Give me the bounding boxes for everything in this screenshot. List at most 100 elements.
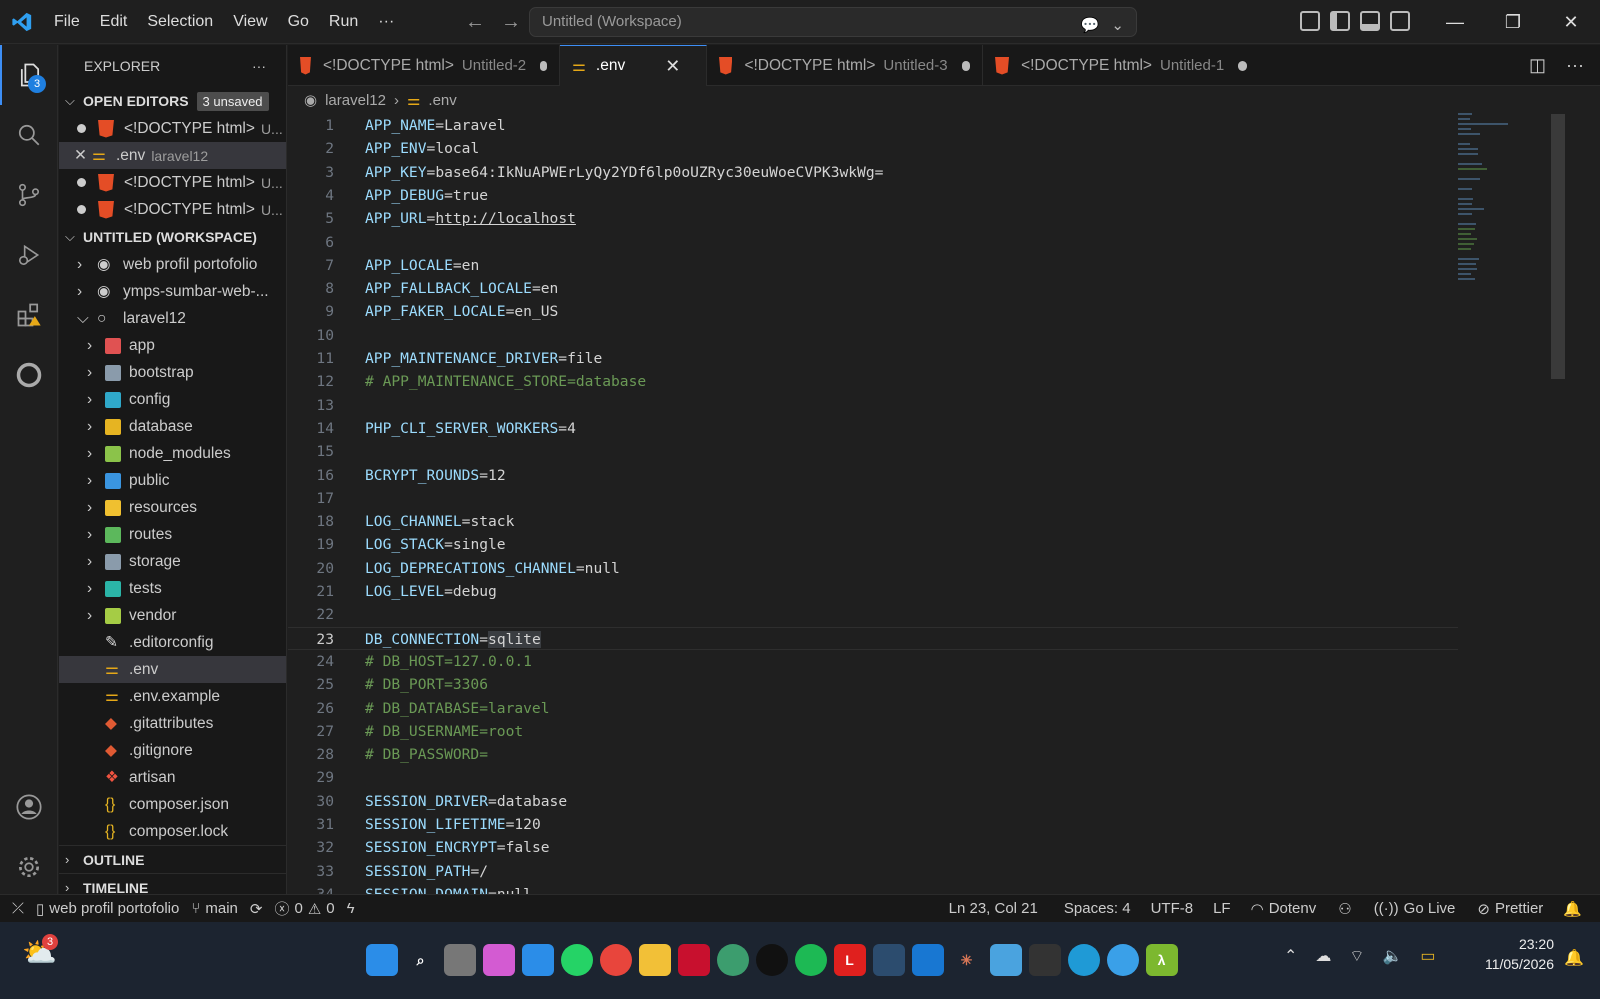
browser-icon[interactable] <box>1106 944 1139 976</box>
code-line[interactable]: 27 # DB_USERNAME=root <box>288 720 1458 743</box>
notifications-status[interactable]: 🔔 <box>1557 900 1588 918</box>
code-line[interactable]: 6 <box>288 231 1458 254</box>
minimize-icon[interactable]: — <box>1426 0 1484 44</box>
workspace-root-item[interactable]: › ◉ ymps-sumbar-web-... <box>59 278 286 305</box>
menu-view[interactable]: View <box>223 0 277 44</box>
edge-icon[interactable] <box>1067 944 1100 976</box>
folder-item[interactable]: › app <box>59 332 286 359</box>
code-line[interactable]: 2 APP_ENV=local <box>288 137 1458 160</box>
code-line[interactable]: 23 DB_CONNECTION=sqlite <box>288 626 1458 650</box>
code-line[interactable]: 26 # DB_DATABASE=laravel <box>288 697 1458 720</box>
folder-item[interactable]: › vendor <box>59 602 286 629</box>
code-line[interactable]: 21 LOG_LEVEL=debug <box>288 580 1458 603</box>
tab-untitled-3[interactable]: <!DOCTYPE html> Untitled-3 <box>707 45 983 86</box>
tab-untitled-2[interactable]: <!DOCTYPE html> Untitled-2 <box>288 45 560 86</box>
breadcrumb-file[interactable]: .env <box>428 92 456 109</box>
code-line[interactable]: 8 APP_FALLBACK_LOCALE=en <box>288 277 1458 300</box>
file-item[interactable]: ⚌ .env.example <box>59 683 286 710</box>
tiktok-icon[interactable] <box>755 944 788 976</box>
menu-edit[interactable]: Edit <box>90 0 138 44</box>
outlook-icon[interactable] <box>911 944 944 976</box>
back-arrow-icon[interactable]: ← <box>465 11 485 34</box>
weather-widget[interactable]: ⛅ 3 <box>22 934 62 976</box>
close-tab-icon[interactable]: ✕ <box>665 56 680 77</box>
file-item[interactable]: ◆ .gitattributes <box>59 710 286 737</box>
branch-status[interactable]: ⑂ main <box>185 900 244 917</box>
open-editor-item[interactable]: ✕ ⚌ .env laravel12 <box>59 142 286 169</box>
file-item[interactable]: ◆ .gitignore <box>59 737 286 764</box>
restore-icon[interactable]: ❐ <box>1484 0 1542 44</box>
open-editors-header[interactable]: ⌵ OPEN EDITORS 3 unsaved <box>59 87 286 115</box>
copilot-icon[interactable] <box>482 944 515 976</box>
code-line[interactable]: 5 APP_URL=http://localhost <box>288 207 1458 230</box>
menu-file[interactable]: File <box>44 0 90 44</box>
code-line[interactable]: 12 # APP_MAINTENANCE_STORE=database <box>288 370 1458 393</box>
copilot-chat-icon[interactable]: 💬 <box>1081 12 1100 40</box>
code-line[interactable]: 11 APP_MAINTENANCE_DRIVER=file <box>288 347 1458 370</box>
split-editor-icon[interactable]: ◫ <box>1529 55 1546 76</box>
folder-item[interactable]: › tests <box>59 575 286 602</box>
folder-item[interactable]: › routes <box>59 521 286 548</box>
toggle-secondary-sidebar-icon[interactable] <box>1390 11 1410 31</box>
vertical-scrollbar[interactable] <box>1551 114 1565 379</box>
code-line[interactable]: 19 LOG_STACK=single <box>288 533 1458 556</box>
lens-icon[interactable]: L <box>833 944 866 976</box>
encoding-status[interactable]: UTF-8 <box>1145 900 1200 917</box>
command-center[interactable]: Untitled (Workspace) 💬 ⌄ <box>529 7 1137 37</box>
onedrive-icon[interactable]: ☁ <box>1315 946 1331 966</box>
code-line[interactable]: 25 # DB_PORT=3306 <box>288 673 1458 696</box>
folder-item[interactable]: › node_modules <box>59 440 286 467</box>
chevron-down-icon[interactable]: ⌄ <box>1111 12 1124 40</box>
edge-devtools-activity[interactable] <box>0 345 58 405</box>
workspace-header[interactable]: ⌵ UNTITLED (WORKSPACE) <box>59 223 286 251</box>
code-line[interactable]: 13 <box>288 394 1458 417</box>
source-control-activity[interactable] <box>0 165 58 225</box>
open-editor-item[interactable]: <!DOCTYPE html> U... <box>59 169 286 196</box>
golive-status[interactable]: ((·)) Go Live <box>1368 900 1462 917</box>
tab-env[interactable]: ⚌ .env ✕ <box>560 45 707 86</box>
folder-item[interactable]: › bootstrap <box>59 359 286 386</box>
indentation-status[interactable]: Spaces: 4 <box>1058 900 1137 917</box>
file-item[interactable]: ⚌ .env <box>59 656 286 683</box>
volume-icon[interactable]: 🔈 <box>1382 946 1402 966</box>
code-line[interactable]: 22 <box>288 603 1458 626</box>
close-icon[interactable]: ✕ <box>74 146 92 165</box>
code-line[interactable]: 3 APP_KEY=base64:IkNuAPWErLyQy2YDf6lp0oUZ… <box>288 161 1458 184</box>
code-line[interactable]: 20 LOG_DEPRECATIONS_CHANNEL=null <box>288 557 1458 580</box>
file-item[interactable]: ❖ artisan <box>59 764 286 791</box>
code-line[interactable]: 28 # DB_PASSWORD= <box>288 743 1458 766</box>
eol-status[interactable]: LF <box>1207 900 1237 917</box>
explorer-activity[interactable]: 3 <box>0 45 58 105</box>
file-item[interactable]: {} composer.json <box>59 791 286 818</box>
open-editor-item[interactable]: <!DOCTYPE html> U... <box>59 196 286 223</box>
code-line[interactable]: 4 APP_DEBUG=true <box>288 184 1458 207</box>
prettier-status[interactable]: ⊘ Prettier <box>1471 900 1549 918</box>
code-line[interactable]: 16 BCRYPT_ROUNDS=12 <box>288 464 1458 487</box>
accounts-activity[interactable] <box>0 777 58 837</box>
folder-item[interactable]: › database <box>59 413 286 440</box>
notification-center-icon[interactable]: 🔔 <box>1564 948 1584 968</box>
code-line[interactable]: 14 PHP_CLI_SERVER_WORKERS=4 <box>288 417 1458 440</box>
manage-activity[interactable] <box>0 837 58 897</box>
wifi-icon[interactable]: ⌔ <box>1349 946 1364 966</box>
code-line[interactable]: 34 SESSION_DOMAIN=null <box>288 883 1458 894</box>
edge-dev-icon[interactable] <box>716 944 749 976</box>
search-activity[interactable] <box>0 105 58 165</box>
store-icon[interactable] <box>521 944 554 976</box>
file-explorer-icon[interactable] <box>638 944 671 976</box>
menu-go[interactable]: Go <box>278 0 319 44</box>
menu-run[interactable]: Run <box>319 0 368 44</box>
toggle-sidebar-icon[interactable] <box>1330 11 1350 31</box>
terminal-icon[interactable] <box>1028 944 1061 976</box>
run-debug-activity[interactable] <box>0 225 58 285</box>
code-line[interactable]: 32 SESSION_ENCRYPT=false <box>288 836 1458 859</box>
code-line[interactable]: 24 # DB_HOST=127.0.0.1 <box>288 650 1458 673</box>
open-editor-item[interactable]: <!DOCTYPE html> U... <box>59 115 286 142</box>
code-line[interactable]: 7 APP_LOCALE=en <box>288 254 1458 277</box>
copilot-status[interactable]: ⚇ <box>1332 900 1357 918</box>
folder-item[interactable]: › public <box>59 467 286 494</box>
start-menu-icon[interactable] <box>365 944 398 976</box>
workspace-root-item[interactable]: ⌵ ○ laravel12 <box>59 305 286 332</box>
tab-untitled-1[interactable]: <!DOCTYPE html> Untitled-1 <box>983 45 1259 86</box>
clock[interactable]: 23:20 11/05/2026 <box>1485 934 1554 974</box>
